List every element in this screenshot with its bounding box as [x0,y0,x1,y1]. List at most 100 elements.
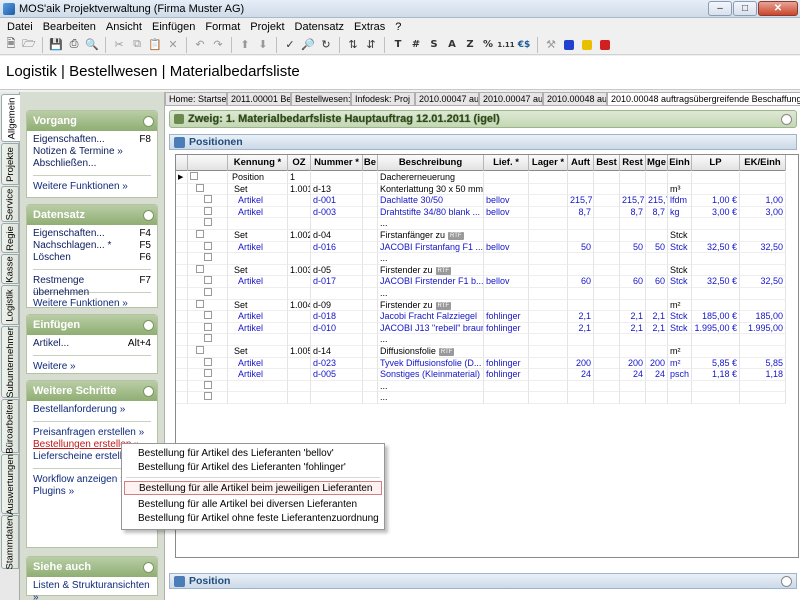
lock-red-icon[interactable] [597,37,613,53]
table-row[interactable]: Set 1.002 d-04 Firstanfänger zu RTF Stck [176,230,786,242]
tree-expand-icon[interactable] [196,346,204,354]
doc-tab[interactable]: 2010.00047 au [415,92,479,105]
vtab-logistik[interactable]: Logistik [1,285,19,325]
vtab-service[interactable]: Service [1,186,19,222]
menu-abschliessen[interactable]: Abschließen... [33,158,151,170]
link-weitere-funktionen[interactable]: Weitere Funktionen » [33,181,151,193]
table-row[interactable]: Artikel d-016 JACOBI Firstanfang F1 ...RTF… [176,241,786,254]
hash-icon[interactable]: # [408,37,424,53]
tree-expand-icon[interactable] [196,230,204,238]
menu-restmenge[interactable]: Restmenge übernehmen F7 [33,275,151,298]
z-format-icon[interactable]: Z [462,37,478,53]
table-row[interactable]: Artikel d-005 Sonstiges (Kleinmaterial)RTF… [176,369,786,381]
tree-expand-icon[interactable] [204,357,212,366]
cut-icon[interactable]: ✂ [111,37,127,53]
column-header-lp[interactable]: LP [692,155,740,171]
paste-icon[interactable]: 📋 [147,37,163,53]
group-header[interactable]: Weitere Schritte [27,381,157,401]
new-document-icon[interactable]: 🗎 [3,37,19,53]
lock-yellow-icon[interactable] [579,37,595,53]
vtab-regie[interactable]: Regie [1,223,19,253]
tree-expand-icon[interactable] [204,311,212,320]
percent-icon[interactable]: % [480,37,496,53]
table-row[interactable]: Artikel d-018 Jacobi Fracht Falzziegel fohl… [176,311,786,323]
refresh-icon[interactable]: ↻ [318,37,334,53]
link-listen-strukturansichten[interactable]: Listen & Strukturansichten » [33,580,151,600]
table-row[interactable]: Artikel d-017 JACOBI Firstender F1 b...RTF… [176,276,786,288]
menu-artikel[interactable]: Artikel... Alt+4 [33,338,151,350]
redo-icon[interactable]: ↷ [210,37,226,53]
menu-eigenschaften[interactable]: Eigenschaften... F8 [33,134,151,146]
tree-expand-icon[interactable] [204,288,212,296]
maximize-icon[interactable]: □ [733,1,757,16]
column-header-oz[interactable]: OZ [288,155,311,171]
menu-ansicht[interactable]: Ansicht [101,21,147,33]
group-header[interactable]: Einfügen [27,315,157,335]
column-header-tree[interactable] [188,155,228,171]
text-format-icon[interactable]: T [390,37,406,53]
menu-help[interactable]: ? [390,21,406,33]
tree-expand-icon[interactable] [204,380,212,389]
tree-expand-icon[interactable] [204,195,212,204]
link-weitere-funktionen[interactable]: Weitere Funktionen » [33,298,151,310]
number-format-icon[interactable]: 1.11 [497,37,514,53]
tree-expand-icon[interactable] [196,264,204,273]
table-row[interactable]: Set 1.004 d-09 Firstender zu RTF m² [176,299,786,312]
ctx-bestellung-ohne-lieferant[interactable]: Bestellung für Artikel ohne feste Liefer… [124,512,382,526]
table-row[interactable]: Set 1.005 d-14 Diffusionsfolie RTF m² [176,346,786,358]
column-header-beschreibung[interactable]: Beschreibung [378,155,484,171]
sort-icon[interactable]: ⇅ [345,37,361,53]
copy-icon[interactable]: ⧉ [129,37,145,53]
tree-expand-icon[interactable] [190,172,198,180]
ctx-bestellung-alle-jeweilig[interactable]: Bestellung für alle Artikel beim jeweili… [124,481,382,495]
menu-format[interactable]: Format [200,21,245,33]
collapse-icon[interactable] [143,115,154,127]
table-row[interactable]: ... [176,288,786,300]
tree-expand-icon[interactable] [204,241,212,250]
minimize-icon[interactable]: – [708,1,732,16]
table-row[interactable]: Set 1.001 d-13 Konterlattung 30 x 50 mm m³ [176,183,786,196]
doc-tab[interactable]: Home: Startse [165,92,227,105]
table-row[interactable]: ▶ Position 1 Dachererneuerung [176,172,786,184]
doc-tab[interactable]: Infodesk: Proj [351,92,415,105]
menu-datensatz[interactable]: Datensatz [290,21,350,33]
collapse-icon[interactable] [143,319,154,331]
table-row[interactable]: ... [176,218,786,230]
arrow-up-icon[interactable]: ⬆ [237,37,253,53]
ctx-bestellung-bellov[interactable]: Bestellung für Artikel des Lieferanten '… [124,447,382,461]
menu-notizen-termine[interactable]: Notizen & Termine » [33,146,151,158]
table-row[interactable]: ... [176,334,786,346]
tree-expand-icon[interactable] [204,218,212,227]
column-header-be[interactable]: Be [363,155,378,171]
link-bestellanforderung[interactable]: Bestellanforderung » [33,404,151,416]
group-header[interactable]: Datensatz [27,205,157,225]
tools-icon[interactable]: ⚒ [543,37,559,53]
tree-expand-icon[interactable] [204,334,212,343]
tree-expand-icon[interactable] [204,206,212,215]
delete-icon[interactable]: ✕ [165,37,181,53]
vtab-stammdaten[interactable]: Stammdaten [1,515,19,569]
doc-tab[interactable]: Bestellwesen: F [291,92,351,105]
tree-expand-icon[interactable] [204,276,212,285]
table-row[interactable]: Set 1.003 d-05 Firstender zu RTF Stck [176,264,786,277]
tree-expand-icon[interactable] [204,392,212,401]
pin-icon[interactable] [781,575,792,587]
table-row[interactable]: ... [176,392,786,404]
lock-blue-icon[interactable] [561,37,577,53]
link-preisanfragen[interactable]: Preisanfragen erstellen » [33,427,151,439]
link-weitere[interactable]: Weitere » [33,361,151,373]
currency-icon[interactable]: €$ [516,37,532,53]
pin-icon[interactable] [781,113,792,125]
group-header[interactable]: Siehe auch [27,557,157,577]
group-header[interactable]: Vorgang [27,111,157,131]
print-preview-icon[interactable]: 🔍 [84,37,100,53]
vtab-projekte[interactable]: Projekte [1,143,19,185]
column-header-mge[interactable]: Mge [646,155,668,171]
menu-eigenschaften[interactable]: Eigenschaften... F4 [33,228,151,240]
doc-tab-active[interactable]: 2010.00048 auftragsübergreifende Beschaf… [607,92,800,105]
table-row[interactable]: ... [176,253,786,265]
table-row[interactable]: Artikel d-003 Drahtstifte 34/80 blank ... b… [176,206,786,219]
menu-loeschen[interactable]: Löschen F6 [33,252,151,264]
table-row[interactable]: ... [176,380,786,393]
doc-tab[interactable]: 2011.00001 Be [227,92,291,105]
